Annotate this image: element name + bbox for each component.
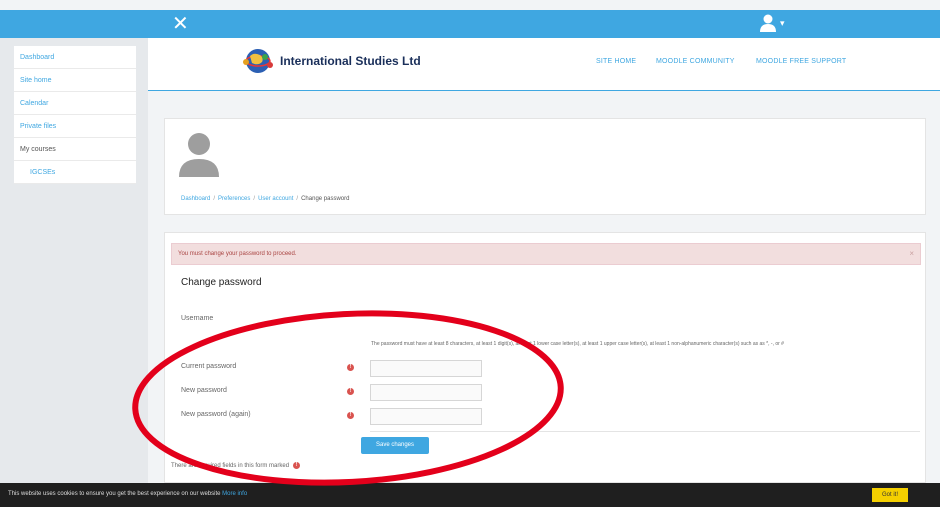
- required-icon: !: [347, 364, 354, 371]
- site-header: International Studies Ltd SITE HOME MOOD…: [148, 38, 940, 91]
- breadcrumb-separator: /: [296, 196, 299, 202]
- sidebar-item-my-courses[interactable]: My courses: [14, 138, 136, 161]
- password-policy-hint: The password must have at least 8 charac…: [371, 341, 784, 347]
- globe-logo-icon: [243, 49, 273, 73]
- sidebar-item-private-files[interactable]: Private files: [14, 115, 136, 138]
- required-icon: !: [293, 462, 301, 469]
- new-password-again-input[interactable]: [370, 408, 482, 425]
- user-avatar-icon: [760, 14, 776, 32]
- cookie-more-info-link[interactable]: More info: [222, 491, 247, 497]
- profile-header-card: Dashboard / Preferences / User account / Chang…: [164, 118, 926, 215]
- top-navbar: ✕ ▾: [0, 10, 940, 38]
- alert-message: You must change your password to proceed…: [178, 251, 297, 257]
- required-fields-note: There are required fields in this form m…: [171, 462, 301, 469]
- cookie-message: This website uses cookies to ensure you …: [8, 491, 247, 497]
- form-divider: [370, 431, 920, 432]
- breadcrumb: Dashboard / Preferences / User account / Chang…: [181, 196, 349, 202]
- breadcrumb-user-account[interactable]: User account: [258, 196, 293, 202]
- new-password-again-label: New password (again): [181, 411, 251, 418]
- cookie-text: This website uses cookies to ensure you …: [8, 491, 221, 497]
- default-user-avatar-icon: [179, 133, 219, 177]
- site-brand-name: International Studies Ltd: [280, 54, 421, 68]
- close-icon[interactable]: ✕: [172, 12, 189, 36]
- current-password-label: Current password: [181, 363, 237, 370]
- breadcrumb-preferences[interactable]: Preferences: [218, 196, 250, 202]
- cookie-consent-bar: This website uses cookies to ensure you …: [0, 483, 940, 507]
- nav-site-home[interactable]: SITE HOME: [596, 58, 636, 65]
- breadcrumb-separator: /: [213, 196, 216, 202]
- site-logo[interactable]: International Studies Ltd: [240, 48, 421, 74]
- required-icon: !: [347, 412, 354, 419]
- password-change-alert: You must change your password to proceed…: [171, 243, 921, 265]
- sidebar-nav: Dashboard Site home Calendar Private fil…: [14, 46, 136, 184]
- new-password-label: New password: [181, 387, 227, 394]
- breadcrumb-separator: /: [253, 196, 256, 202]
- alert-close-icon[interactable]: ×: [909, 249, 914, 258]
- new-password-input[interactable]: [370, 384, 482, 401]
- required-icon: !: [347, 388, 354, 395]
- sidebar-item-igcses[interactable]: IGCSEs: [14, 161, 136, 184]
- cookie-accept-button[interactable]: Got it!: [872, 488, 908, 502]
- nav-moodle-community[interactable]: MOODLE COMMUNITY: [656, 58, 735, 65]
- breadcrumb-current: Change password: [301, 196, 350, 202]
- sidebar-item-calendar[interactable]: Calendar: [14, 92, 136, 115]
- save-changes-button[interactable]: Save changes: [361, 437, 429, 454]
- sidebar-item-site-home[interactable]: Site home: [14, 69, 136, 92]
- breadcrumb-dashboard[interactable]: Dashboard: [181, 196, 210, 202]
- page-title: Change password: [181, 277, 262, 288]
- nav-moodle-free-support[interactable]: MOODLE FREE SUPPORT: [756, 58, 846, 65]
- chevron-down-icon: ▾: [780, 17, 785, 28]
- sidebar-item-dashboard[interactable]: Dashboard: [14, 46, 136, 69]
- username-label: Username: [181, 315, 214, 322]
- header-divider: [148, 90, 940, 91]
- required-fields-text: There are required fields in this form m…: [171, 462, 290, 469]
- change-password-card: You must change your password to proceed…: [164, 232, 926, 483]
- current-password-input[interactable]: [370, 360, 482, 377]
- user-menu[interactable]: ▾: [760, 14, 785, 32]
- sidebar: Dashboard Site home Calendar Private fil…: [0, 38, 148, 483]
